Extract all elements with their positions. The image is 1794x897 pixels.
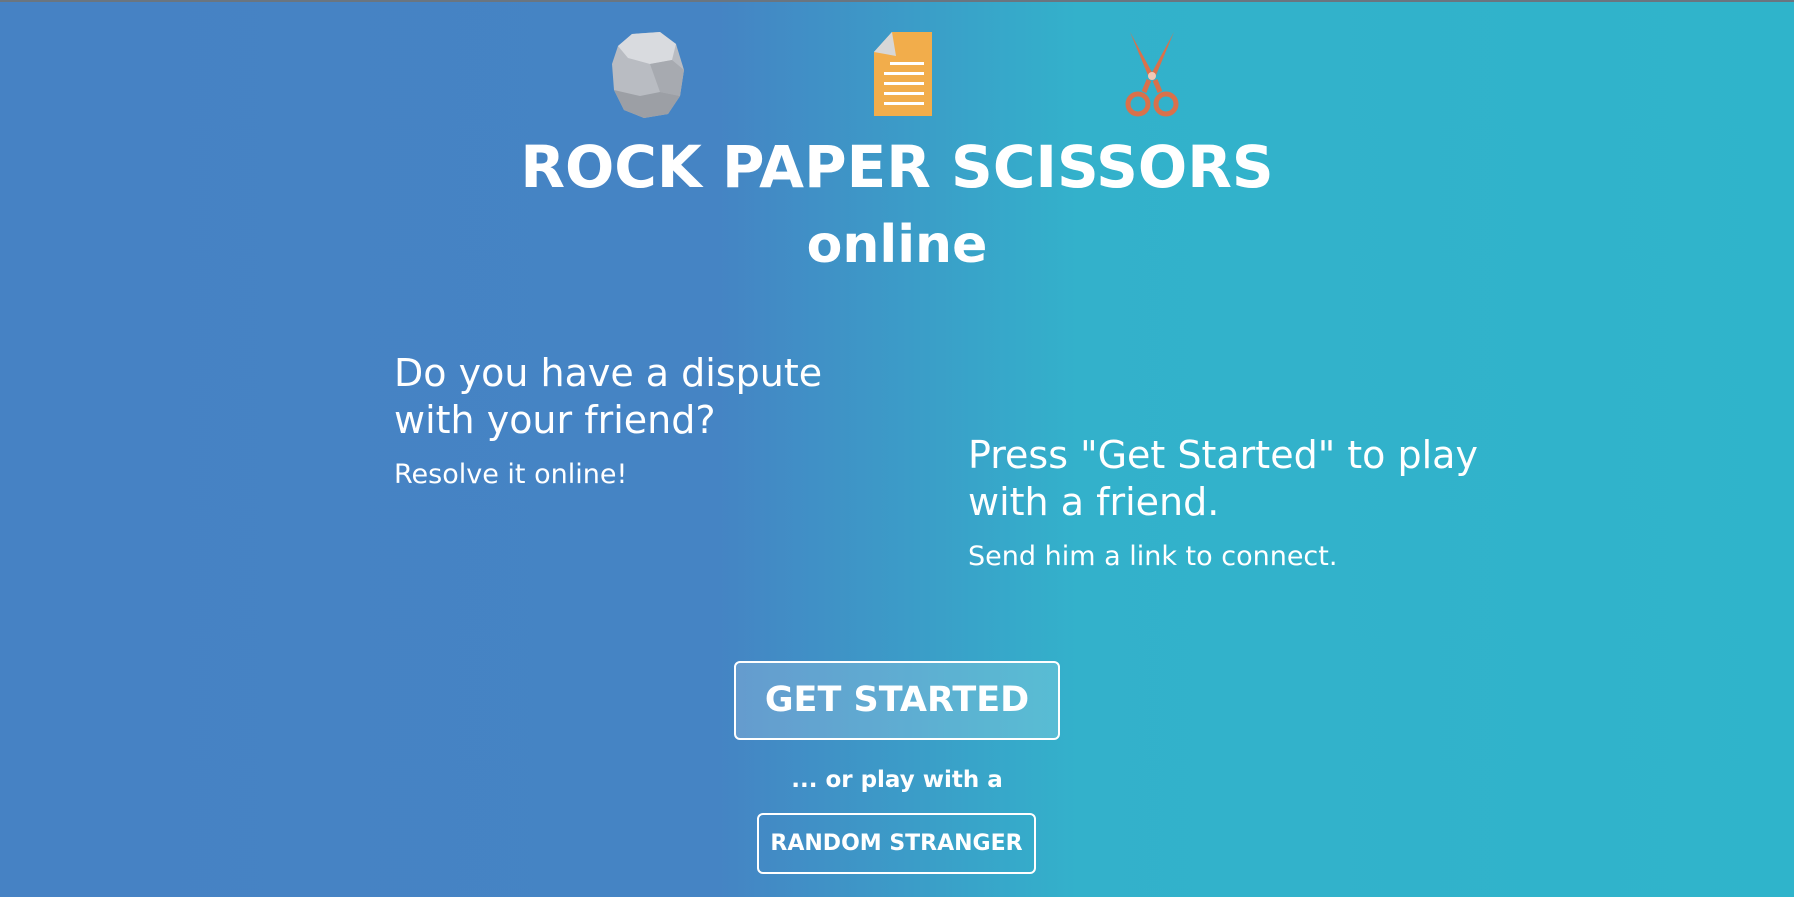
top-border <box>0 0 1794 2</box>
intro-left-subtext: Resolve it online! <box>394 459 628 490</box>
page-title: ROCK PAPER SCISSORS <box>520 133 1274 201</box>
rock-icon <box>612 32 684 118</box>
intro-left: Do you have a dispute with your friend? … <box>394 350 914 492</box>
intro-right-heading: Press "Get Started" to play with a frien… <box>968 433 1478 524</box>
get-started-button[interactable]: GET STARTED <box>734 661 1060 740</box>
or-play-text: ... or play with a <box>791 767 1003 793</box>
paper-icon <box>874 32 932 116</box>
random-stranger-button[interactable]: RANDOM STRANGER <box>757 813 1036 874</box>
intro-right: Press "Get Started" to play with a frien… <box>968 432 1488 574</box>
scissors-icon <box>1125 32 1179 117</box>
page-subtitle: online <box>806 215 988 275</box>
hero-icons <box>0 30 1794 122</box>
intro-left-heading: Do you have a dispute with your friend? <box>394 351 823 442</box>
intro-right-subtext: Send him a link to connect. <box>968 541 1338 572</box>
